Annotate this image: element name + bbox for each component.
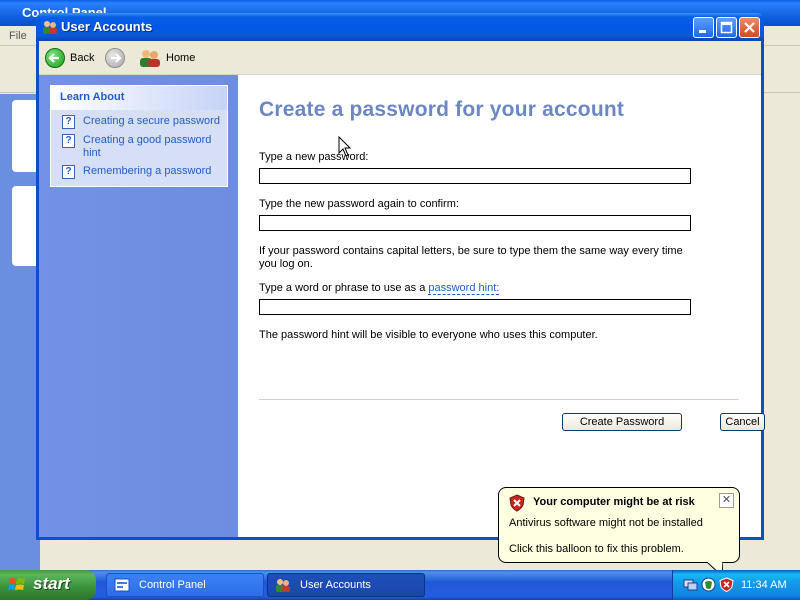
password-hint-label-text: Type a word or phrase to use as a [259, 282, 429, 294]
hint-visibility-note: The password hint will be visible to eve… [259, 329, 598, 341]
navigation-bar: Back Home [39, 41, 761, 75]
balloon-message: Antivirus software might not be installe… [509, 517, 703, 529]
confirm-password-field[interactable] [259, 215, 691, 231]
close-icon [744, 22, 755, 33]
divider [259, 399, 739, 400]
back-label: Back [70, 52, 95, 64]
back-arrow-icon [45, 48, 65, 68]
mouse-cursor-icon [338, 136, 352, 157]
forward-button[interactable] [105, 46, 125, 70]
clock[interactable]: 11:34 AM [741, 579, 787, 591]
capital-letters-note: If your password contains capital letter… [259, 245, 683, 270]
task-pane: Learn About ? Creating a secure password… [39, 75, 238, 537]
user-accounts-window: User Accounts Back Home Learn About ? Cr… [36, 13, 765, 540]
taskbar: start Control Panel User Accounts 11:34 … [0, 570, 800, 600]
learn-about-panel: Learn About ? Creating a secure password… [50, 85, 228, 187]
password-hint-label: Type a word or phrase to use as a passwo… [259, 282, 699, 295]
help-icon: ? [62, 134, 75, 148]
taskbar-item-user-accounts[interactable]: User Accounts [267, 573, 425, 597]
taskbar-item-label: Control Panel [139, 579, 206, 591]
home-label: Home [166, 52, 196, 64]
security-alert-shield-icon[interactable] [719, 577, 734, 592]
sidebar-item-label[interactable]: Remembering a password [83, 165, 223, 179]
password-hint-link[interactable]: password hint: [428, 282, 500, 295]
security-alert-balloon[interactable]: Your computer might be at risk ✕ Antivir… [498, 487, 740, 563]
close-button[interactable] [739, 17, 760, 38]
main-content: Create a password for your account Type … [238, 75, 765, 537]
create-password-button[interactable]: Create Password [562, 413, 682, 431]
sidebar-item-password-hint[interactable]: ? Creating a good password hint [62, 134, 223, 160]
user-accounts-icon [276, 579, 290, 592]
taskbar-item-control-panel[interactable]: Control Panel [106, 573, 264, 597]
taskbar-item-label: User Accounts [300, 579, 371, 591]
minimize-button[interactable] [693, 17, 714, 38]
maximize-icon [720, 21, 733, 34]
start-label: start [33, 574, 70, 593]
security-shield-icon [509, 494, 525, 512]
back-button[interactable]: Back [45, 46, 94, 70]
home-button[interactable]: Home [139, 46, 195, 70]
confirm-password-label: Type the new password again to confirm: [259, 198, 459, 210]
page-title: Create a password for your account [259, 98, 625, 121]
menu-file[interactable]: File [9, 30, 27, 42]
security-center-icon[interactable] [701, 577, 716, 592]
password-hint-field[interactable] [259, 299, 691, 315]
control-panel-icon [114, 578, 130, 592]
maximize-button[interactable] [716, 17, 737, 38]
window-title: User Accounts [61, 19, 153, 34]
control-panel-sidebar [0, 94, 40, 570]
balloon-action-text[interactable]: Click this balloon to fix this problem. [509, 543, 684, 555]
sidebar-item-secure-password[interactable]: ? Creating a secure password [62, 115, 223, 129]
sidebar-item-label[interactable]: Creating a good password hint [83, 134, 223, 160]
cancel-button[interactable]: Cancel [720, 413, 765, 431]
forward-arrow-icon [105, 48, 125, 68]
learn-about-header: Learn About [51, 86, 227, 110]
help-icon: ? [62, 115, 75, 129]
balloon-close-button[interactable]: ✕ [719, 493, 734, 508]
sidebar-item-remembering-password[interactable]: ? Remembering a password [62, 165, 223, 179]
start-button[interactable]: start [0, 570, 96, 600]
window-titlebar[interactable]: User Accounts [36, 13, 764, 41]
network-icon[interactable] [683, 577, 698, 592]
balloon-title: Your computer might be at risk [533, 496, 695, 508]
home-users-icon [140, 50, 160, 67]
new-password-label: Type a new password: [259, 151, 369, 163]
new-password-field[interactable] [259, 168, 691, 184]
system-tray: 11:34 AM [672, 570, 800, 600]
minimize-icon [699, 30, 706, 33]
window-client-area: Back Home Learn About ? Creating a secur… [39, 41, 765, 537]
sidebar-item-label[interactable]: Creating a secure password [83, 115, 223, 129]
windows-logo-icon [8, 578, 25, 590]
user-accounts-icon [43, 21, 57, 34]
help-icon: ? [62, 165, 75, 179]
